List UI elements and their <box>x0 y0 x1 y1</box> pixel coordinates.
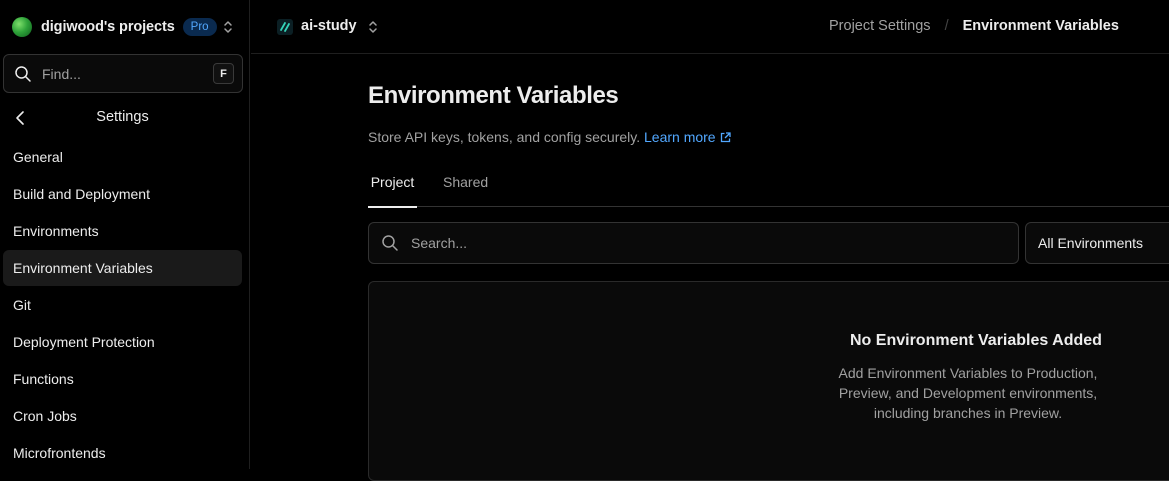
environment-filter-select[interactable]: All Environments <box>1025 222 1169 264</box>
sidebar-item-git[interactable]: Git <box>3 287 242 323</box>
sidebar: digiwood's projects Pro F Settings Gener… <box>0 0 250 469</box>
settings-header: Settings <box>0 100 250 134</box>
search-shortcut-key: F <box>213 63 234 84</box>
sidebar-item-environments[interactable]: Environments <box>3 213 242 249</box>
page-title: Environment Variables <box>368 82 619 109</box>
empty-state-description: Add Environment Variables to Production,… <box>838 365 1098 421</box>
project-icon <box>277 19 293 35</box>
plan-badge: Pro <box>182 18 217 36</box>
variables-search[interactable] <box>368 222 1019 264</box>
project-name[interactable]: ai-study <box>301 18 357 34</box>
chevron-up-down-icon[interactable] <box>367 19 379 35</box>
page-description-text: Store API keys, tokens, and config secur… <box>368 129 641 145</box>
breadcrumb-project-settings[interactable]: Project Settings <box>829 18 931 34</box>
tab-project[interactable]: Project <box>368 174 417 208</box>
sidebar-item-deployment-protection[interactable]: Deployment Protection <box>3 324 242 360</box>
sidebar-item-build-and-deployment[interactable]: Build and Deployment <box>3 176 242 212</box>
sidebar-item-microfrontends[interactable]: Microfrontends <box>3 435 242 471</box>
breadcrumb-separator: / <box>944 18 949 34</box>
variables-search-input[interactable] <box>409 234 909 252</box>
chevron-up-down-icon[interactable] <box>222 19 234 35</box>
main-content: Environment Variables Store API keys, to… <box>251 55 1169 481</box>
empty-state-title: No Environment Variables Added <box>850 332 1102 349</box>
environment-filter-value: All Environments <box>1038 235 1144 251</box>
team-name: digiwood's projects <box>41 19 175 35</box>
learn-more-label: Learn more <box>644 129 716 145</box>
tab-shared[interactable]: Shared <box>443 174 488 207</box>
sidebar-item-cron-jobs[interactable]: Cron Jobs <box>3 398 242 434</box>
search-icon <box>15 65 31 82</box>
sidebar-item-functions[interactable]: Functions <box>3 361 242 397</box>
team-avatar <box>12 17 32 37</box>
empty-state-card: No Environment Variables Added Add Envir… <box>368 281 1169 481</box>
tabs: Project Shared <box>368 172 1169 208</box>
sidebar-item-environment-variables[interactable]: Environment Variables <box>3 250 242 286</box>
settings-title: Settings <box>96 109 149 125</box>
sidebar-item-general[interactable]: General <box>3 139 242 175</box>
search-icon <box>382 235 398 251</box>
sidebar-search[interactable]: F <box>3 54 243 93</box>
top-bar: ai-study Project Settings / Environment … <box>251 0 1169 54</box>
external-link-icon <box>720 131 731 142</box>
learn-more-link[interactable]: Learn more <box>644 129 731 145</box>
sidebar-search-input[interactable] <box>40 64 200 83</box>
team-switcher[interactable]: digiwood's projects Pro <box>0 0 250 54</box>
page-description: Store API keys, tokens, and config secur… <box>368 129 731 145</box>
breadcrumb-current: Environment Variables <box>962 18 1119 34</box>
breadcrumb: Project Settings / Environment Variables <box>829 18 1119 34</box>
